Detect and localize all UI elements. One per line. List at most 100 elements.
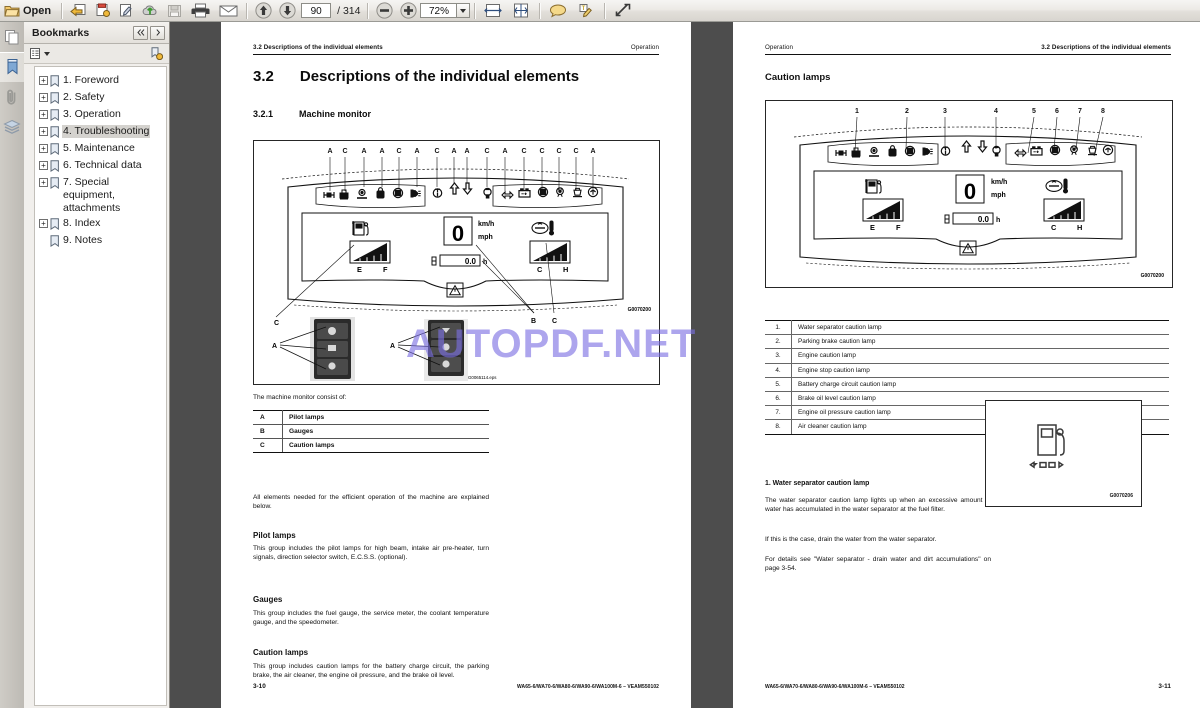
save-icon-button[interactable]: [162, 0, 186, 22]
expand-toggle-icon[interactable]: +: [39, 144, 48, 153]
zoom-dropdown-button[interactable]: [456, 3, 471, 18]
email-icon-button[interactable]: [214, 0, 242, 22]
zoom-level-input[interactable]: 72%: [420, 3, 457, 18]
bookmark-item[interactable]: + 5. Maintenance: [37, 141, 164, 158]
next-page-button[interactable]: [275, 0, 299, 22]
page-thumbnails-button[interactable]: [0, 22, 24, 52]
bookmarks-panel: Bookmarks + 1. Foreword + 2. Safety + 3.…: [24, 22, 170, 708]
svg-text:C: C: [573, 148, 578, 155]
bookmark-item[interactable]: + 9. Notes: [37, 233, 164, 250]
svg-text:1: 1: [855, 108, 859, 115]
print-icon-button[interactable]: [186, 0, 214, 22]
svg-text:A: A: [590, 148, 595, 155]
bookmark-item[interactable]: + 6. Technical data: [37, 158, 164, 175]
expand-toggle-icon[interactable]: +: [39, 93, 48, 102]
water-separator-lamp-icon-figure: G0070206: [1029, 424, 1133, 499]
previous-page-button[interactable]: [251, 0, 275, 22]
footer-doc-id-right: WA65-6/WA70-6/WA80-6/WA90-6/WA100M-6 – V…: [765, 684, 905, 690]
bookmark-item[interactable]: + 8. Index: [37, 216, 164, 233]
zoom-in-button[interactable]: [396, 0, 420, 22]
svg-text:3: 3: [943, 108, 947, 115]
sticky-note-icon-button[interactable]: [90, 0, 114, 22]
upload-cloud-icon-button[interactable]: [138, 0, 162, 22]
legend-value: Gauges: [282, 424, 489, 439]
navigation-rail: [0, 22, 25, 708]
zoom-out-icon: [376, 2, 393, 19]
expand-fullscreen-button[interactable]: [609, 0, 637, 22]
bookmarks-button[interactable]: [0, 52, 24, 82]
bookmark-item-selected[interactable]: + 4. Troubleshooting: [37, 124, 164, 141]
lamp-number: 2.: [765, 334, 792, 350]
lamp-label: Parking brake caution lamp: [791, 334, 1169, 350]
new-bookmark-button[interactable]: [150, 47, 163, 60]
chevron-down-icon: [44, 51, 50, 56]
item-paragraph-1: The water separator caution lamp lights …: [765, 497, 991, 514]
page-thumbnails-icon: [4, 29, 18, 44]
sign-icon: [119, 4, 132, 17]
svg-text:h: h: [996, 217, 1000, 224]
bookmark-options-button[interactable]: [30, 47, 50, 60]
svg-text:5: 5: [1032, 108, 1036, 115]
svg-text:2: 2: [905, 108, 909, 115]
toolbar-group-navigation: 90 / 314: [251, 0, 372, 22]
panel-collapse-button[interactable]: [133, 25, 148, 40]
subsection-title: Machine monitor: [299, 109, 372, 119]
expand-toggle-icon[interactable]: +: [39, 219, 48, 228]
svg-text:C: C: [521, 148, 526, 155]
expand-toggle-icon[interactable]: +: [39, 178, 48, 187]
bookmark-label: 6. Technical data: [63, 159, 142, 171]
page-number-left: 3-10: [253, 683, 266, 690]
attachments-button[interactable]: [0, 82, 24, 112]
panel-expand-button[interactable]: [150, 25, 165, 40]
expand-toggle-icon[interactable]: +: [39, 161, 48, 170]
document-viewport[interactable]: 3.2 Descriptions of the individual eleme…: [171, 22, 1200, 708]
caution-lamps-body: This group includes caution lamps for th…: [253, 663, 489, 680]
attachments-icon: [7, 89, 16, 105]
pilot-lamps-heading: Pilot lamps: [253, 531, 296, 540]
svg-text:E: E: [870, 223, 875, 232]
bookmark-item[interactable]: + 7. Special equipment, attachments: [37, 175, 164, 216]
table-row: 5. Battery charge circuit caution lamp: [765, 377, 1169, 392]
bookmark-item[interactable]: + 1. Foreword: [37, 73, 164, 90]
subsection-number: 3.2.1: [253, 109, 274, 119]
svg-text:mph: mph: [991, 192, 1006, 199]
lamp-label: Engine caution lamp: [791, 348, 1169, 364]
bookmarks-tree[interactable]: + 1. Foreword + 2. Safety + 3. Operation…: [34, 66, 167, 706]
bookmark-label: 4. Troubleshooting: [62, 125, 151, 138]
svg-text:0.0: 0.0: [465, 257, 477, 266]
lamp-number: 3.: [765, 348, 792, 364]
layers-button[interactable]: [0, 112, 24, 142]
snapshot-icon-button[interactable]: [66, 0, 90, 22]
svg-text:C: C: [342, 148, 347, 155]
open-button-label: Open: [23, 4, 52, 17]
bookmark-item[interactable]: + 2. Safety: [37, 90, 164, 107]
bookmark-page-icon: [50, 160, 59, 172]
bookmark-item[interactable]: + 3. Operation: [37, 107, 164, 124]
expand-toggle-icon[interactable]: +: [39, 76, 48, 85]
page-number-input[interactable]: 90: [301, 3, 332, 18]
expand-toggle-icon[interactable]: +: [39, 110, 48, 119]
table-row: 3. Engine caution lamp: [765, 348, 1169, 364]
expand-toggle-icon[interactable]: +: [39, 127, 48, 136]
svg-text:C: C: [552, 318, 557, 325]
running-head-right: Operation: [630, 44, 659, 51]
svg-text:C: C: [539, 148, 544, 155]
fit-page-button[interactable]: [507, 0, 535, 22]
legend-value: Pilot lamps: [282, 410, 489, 425]
fit-width-button[interactable]: [479, 0, 507, 22]
zoom-out-button[interactable]: [372, 0, 396, 22]
lamp-label: Battery charge circuit caution lamp: [791, 377, 1169, 392]
svg-text:G0065114.eps: G0065114.eps: [468, 375, 497, 380]
open-button[interactable]: Open: [0, 0, 57, 22]
highlight-button[interactable]: T: [572, 0, 600, 22]
comment-button[interactable]: [544, 0, 572, 22]
svg-text:A: A: [327, 148, 332, 155]
bookmark-label: 8. Index: [63, 217, 101, 229]
sign-document-icon-button[interactable]: [114, 0, 138, 22]
folder-open-icon: [4, 5, 20, 16]
svg-text:7: 7: [1078, 108, 1082, 115]
svg-text:F: F: [896, 223, 901, 232]
lamp-number: 8.: [765, 419, 792, 435]
svg-text:0: 0: [452, 221, 464, 246]
svg-text:A: A: [502, 148, 507, 155]
